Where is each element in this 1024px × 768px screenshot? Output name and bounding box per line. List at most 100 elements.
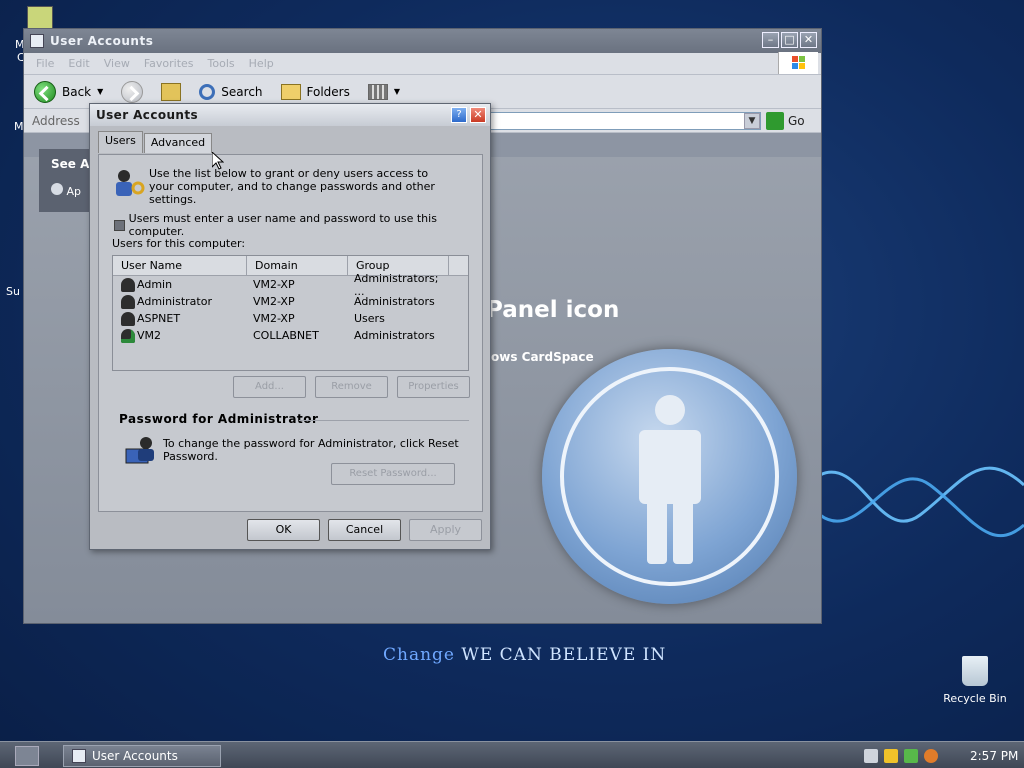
mouse-cursor-icon (212, 152, 224, 170)
minimize-button[interactable]: – (762, 32, 779, 48)
network-icon[interactable] (904, 748, 918, 763)
see-also-item-label: Ap (66, 185, 82, 198)
user-icon (121, 294, 135, 309)
task-label: User Accounts (92, 749, 178, 763)
menu-favorites[interactable]: Favorites (144, 57, 194, 70)
clock: 2:57 PM (970, 748, 1019, 763)
forward-arrow-icon (121, 80, 144, 103)
folders-button[interactable]: Folders (280, 83, 350, 100)
dialog-close-button[interactable]: ✕ (470, 107, 486, 123)
folders-label: Folders (306, 84, 350, 99)
shield-icon[interactable] (884, 748, 898, 763)
search-icon (199, 83, 216, 100)
menu-file[interactable]: File (36, 57, 54, 70)
taskbar: User Accounts 2:57 PM (0, 741, 1024, 768)
group-divider (299, 420, 469, 421)
column-domain[interactable]: Domain (247, 256, 348, 275)
windows-logo (778, 52, 818, 74)
properties-button[interactable]: Properties (397, 376, 470, 398)
user-domain: VM2-XP (253, 278, 295, 291)
apply-button[interactable]: Apply (409, 519, 482, 541)
user-name: Admin (137, 278, 173, 291)
user-accounts-icon (72, 749, 86, 763)
help-button[interactable]: ? (451, 107, 467, 123)
domain-user-icon (121, 328, 135, 343)
table-row[interactable]: Admin VM2-XP Administrators; ... (113, 272, 468, 298)
back-button[interactable]: Back ▼ (34, 80, 103, 103)
tab-advanced[interactable]: Advanced (143, 133, 213, 153)
menu-help[interactable]: Help (249, 57, 274, 70)
user-icon (121, 277, 135, 292)
chevron-down-icon[interactable]: ▼ (97, 87, 103, 96)
dialog-buttons: OK Cancel Apply (247, 519, 482, 541)
close-button[interactable]: ✕ (800, 32, 817, 48)
views-chevron-icon[interactable]: ▼ (394, 87, 400, 96)
recycle-bin-label: Recycle Bin (943, 692, 1007, 705)
dialog-tabs: Users Advanced (98, 131, 213, 153)
slogan-rest: we can believe in (454, 645, 667, 665)
user-icon (121, 311, 135, 326)
user-accounts-logo (542, 349, 797, 604)
up-folder-button[interactable] (161, 82, 182, 101)
column-user-name[interactable]: User Name (113, 256, 247, 275)
user-name: Administrator (137, 295, 212, 308)
checkbox-box[interactable] (114, 219, 125, 231)
table-row[interactable]: Administrator VM2-XP Administrators (113, 293, 468, 310)
tab-users[interactable]: Users (98, 131, 143, 153)
address-input[interactable] (489, 112, 761, 130)
back-label: Back (62, 84, 92, 99)
dialog-titlebar[interactable]: User Accounts (90, 104, 490, 126)
views-button[interactable]: ▼ (367, 83, 400, 100)
users-tab-page: Use the list below to grant or deny user… (98, 154, 483, 512)
user-group: Administrators; ... (354, 271, 439, 298)
ok-button[interactable]: OK (247, 519, 320, 541)
dialog-title: User Accounts (96, 108, 199, 122)
window-controls: – □ ✕ (762, 32, 817, 48)
search-label: Search (221, 84, 263, 99)
cardspace-text: ows CardSpace (491, 350, 594, 364)
user-group: Administrators (354, 329, 435, 342)
menu-edit[interactable]: Edit (68, 57, 89, 70)
address-label: Address (32, 113, 80, 128)
maximize-button[interactable]: □ (781, 32, 798, 48)
password-group-title: Password for Administrator (119, 412, 319, 426)
remove-user-button[interactable]: Remove (315, 376, 388, 398)
user-accounts-dialog: User Accounts ? ✕ Users Advanced Use the… (89, 103, 491, 550)
forward-button[interactable] (121, 80, 144, 103)
user-name: ASPNET (137, 312, 181, 325)
go-button[interactable]: Go (766, 112, 805, 130)
require-login-checkbox[interactable]: Users must enter a user name and passwor… (114, 212, 482, 238)
user-buttons: Add... Remove Properties (233, 376, 470, 398)
computer-user-icon (125, 437, 154, 464)
keyboard-icon[interactable] (864, 748, 878, 763)
recycle-bin-icon (962, 656, 988, 686)
search-icon[interactable] (924, 748, 938, 763)
address-dropdown[interactable]: ▼ (744, 113, 760, 129)
menubar: File Edit View Favorites Tools Help (24, 53, 821, 75)
system-tray: 2:57 PM (854, 742, 1024, 768)
user-group: Users (354, 312, 385, 325)
panel-heading: Panel icon (486, 297, 620, 323)
add-user-button[interactable]: Add... (233, 376, 306, 398)
windows-flag-icon (792, 56, 805, 69)
start-button[interactable] (15, 746, 39, 766)
checkbox-label: Users must enter a user name and passwor… (128, 212, 437, 238)
menu-tools[interactable]: Tools (208, 57, 235, 70)
taskbar-item-user-accounts[interactable]: User Accounts (63, 745, 221, 767)
folders-icon (280, 83, 301, 100)
wallpaper-slogan: Change we can believe in (383, 645, 666, 665)
recycle-bin[interactable]: Recycle Bin (938, 656, 1012, 705)
back-arrow-icon (34, 80, 56, 103)
table-row[interactable]: VM2 COLLABNET Administrators (113, 327, 468, 344)
explorer-titlebar[interactable]: User Accounts (24, 29, 821, 53)
cancel-button[interactable]: Cancel (328, 519, 401, 541)
folder-icon (30, 34, 44, 48)
go-label: Go (788, 114, 805, 128)
menu-view[interactable]: View (104, 57, 130, 70)
users-list[interactable]: User Name Domain Group Admin VM2-XP Admi… (112, 255, 469, 371)
user-group: Administrators (354, 295, 435, 308)
table-row[interactable]: ASPNET VM2-XP Users (113, 310, 468, 327)
up-folder-icon (161, 82, 182, 101)
search-button[interactable]: Search (199, 83, 263, 100)
reset-password-button[interactable]: Reset Password... (331, 463, 455, 485)
